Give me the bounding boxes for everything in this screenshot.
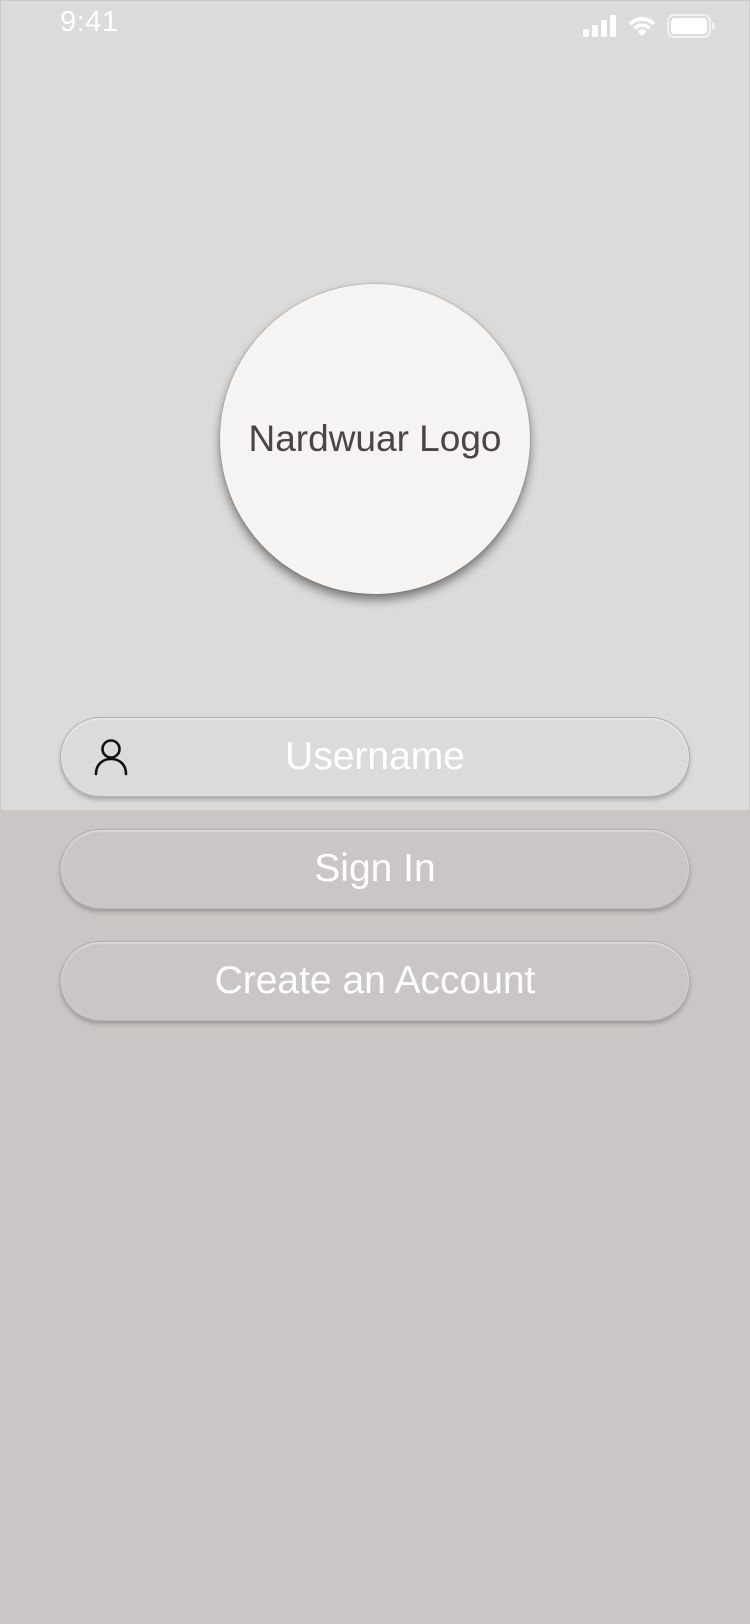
cellular-signal-icon <box>583 15 616 37</box>
status-bar: 9:41 <box>0 0 750 50</box>
app-logo: Nardwuar Logo <box>220 284 530 594</box>
user-icon <box>94 739 128 776</box>
wifi-icon <box>628 17 656 36</box>
create-account-button[interactable]: Create an Account <box>60 941 690 1021</box>
logo-text: Nardwuar Logo <box>248 418 502 459</box>
username-field[interactable]: Username <box>60 717 690 797</box>
sign-in-button[interactable]: Sign In <box>60 829 690 909</box>
battery-icon <box>667 14 715 38</box>
username-placeholder: Username <box>285 735 465 778</box>
create-account-label: Create an Account <box>214 959 536 1002</box>
sign-in-label: Sign In <box>314 847 436 890</box>
status-time: 9:41 <box>60 6 119 38</box>
login-screen: 9:41 Nardwuar Logo Username Sign In Crea… <box>0 0 750 1624</box>
status-icons <box>583 14 715 38</box>
